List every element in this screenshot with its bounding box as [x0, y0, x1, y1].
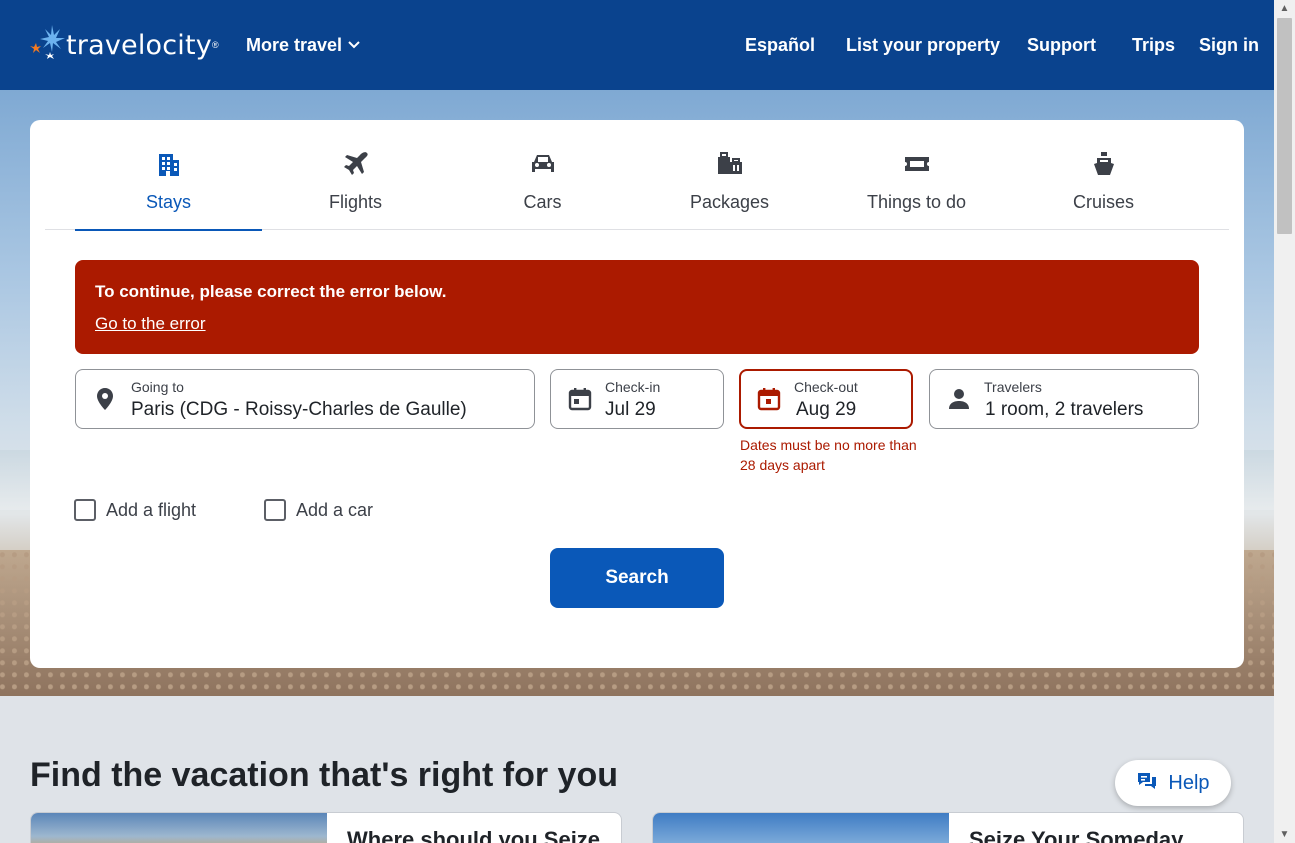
- logo-star-icon: [30, 25, 68, 65]
- tab-cars[interactable]: Cars: [449, 120, 636, 230]
- search-card: Stays Flights Cars Packages Things to do: [30, 120, 1244, 668]
- tab-things-to-do[interactable]: Things to do: [823, 120, 1010, 230]
- chevron-down-icon: [348, 35, 360, 56]
- nav-sign-in-link[interactable]: Sign in: [1199, 35, 1259, 56]
- check-in-label: Check-in: [605, 379, 661, 395]
- tab-cars-label: Cars: [523, 192, 562, 212]
- nav-trips-link[interactable]: Trips: [1132, 35, 1175, 56]
- more-travel-label: More travel: [246, 35, 343, 55]
- calendar-icon: [756, 386, 782, 412]
- tab-things-to-do-label: Things to do: [866, 192, 967, 212]
- help-button[interactable]: Help: [1115, 760, 1231, 806]
- ticket-icon: [903, 150, 931, 178]
- add-car-label: Add a car: [296, 499, 374, 520]
- check-in-field[interactable]: Check-in Jul 29: [550, 369, 724, 429]
- tab-flights[interactable]: Flights: [262, 120, 449, 230]
- going-to-value: Paris (CDG - Roissy-Charles de Gaulle): [131, 399, 467, 420]
- going-to-label: Going to: [131, 379, 184, 395]
- travelocity-logo[interactable]: travelocity ®: [30, 24, 219, 66]
- calendar-icon: [567, 386, 593, 412]
- travelers-field[interactable]: Travelers 1 room, 2 travelers: [929, 369, 1199, 429]
- scrollbar-thumb[interactable]: [1277, 18, 1292, 234]
- check-out-value: Aug 29: [796, 399, 857, 420]
- promo-image: [653, 813, 949, 843]
- tab-stays-label: Stays: [145, 192, 192, 212]
- tab-cruises[interactable]: Cruises: [1010, 120, 1197, 230]
- promo-card[interactable]: Seize Your Someday: [652, 812, 1244, 843]
- scroll-up-arrow-icon[interactable]: ▲: [1274, 0, 1295, 17]
- tab-stays[interactable]: Stays: [75, 120, 262, 231]
- nav-support-link[interactable]: Support: [1027, 35, 1096, 56]
- building-icon: [155, 150, 183, 178]
- check-out-field[interactable]: Check-out Aug 29: [739, 369, 913, 429]
- product-tabs: Stays Flights Cars Packages Things to do: [45, 120, 1229, 231]
- car-icon: [529, 150, 557, 178]
- add-flight-checkbox[interactable]: Add a flight: [74, 499, 196, 521]
- more-travel-menu[interactable]: More travel: [246, 35, 360, 56]
- go-to-error-link[interactable]: Go to the error: [95, 314, 206, 334]
- person-icon: [946, 386, 972, 412]
- map-pin-icon: [92, 386, 118, 412]
- tab-cruises-label: Cruises: [1072, 192, 1134, 212]
- chat-bubbles-icon: [1136, 771, 1158, 796]
- promo-title: Where should you Seize: [347, 827, 601, 843]
- ship-icon: [1090, 150, 1118, 178]
- tab-flights-label: Flights: [328, 192, 382, 212]
- section-title: Find the vacation that's right for you: [30, 756, 618, 794]
- check-out-error-message: Dates must be no more than 28 days apart: [740, 437, 917, 473]
- promo-title: Seize Your Someday: [969, 827, 1184, 843]
- search-button[interactable]: Search: [550, 548, 724, 608]
- error-title: To continue, please correct the error be…: [95, 282, 447, 301]
- help-label: Help: [1168, 771, 1210, 794]
- travelers-label: Travelers: [984, 379, 1042, 395]
- luggage-icon: [716, 150, 744, 178]
- check-out-label: Check-out: [794, 379, 858, 395]
- going-to-field[interactable]: Going to Paris (CDG - Roissy-Charles de …: [75, 369, 535, 429]
- top-navigation-bar: travelocity ® More travel Español List y…: [0, 0, 1274, 90]
- logo-trademark: ®: [211, 40, 219, 50]
- checkbox-square[interactable]: [264, 499, 286, 521]
- tab-packages[interactable]: Packages: [636, 120, 823, 230]
- logo-wordmark: travelocity: [66, 29, 212, 61]
- add-car-checkbox[interactable]: Add a car: [264, 499, 373, 521]
- error-banner: To continue, please correct the error be…: [75, 260, 1199, 354]
- add-flight-label: Add a flight: [106, 499, 197, 520]
- travelers-value: 1 room, 2 travelers: [985, 399, 1144, 420]
- page-scrollbar[interactable]: ▲ ▼: [1274, 0, 1295, 843]
- nav-espanol-link[interactable]: Español: [745, 35, 815, 56]
- check-in-value: Jul 29: [605, 399, 656, 420]
- airplane-icon: [342, 150, 370, 178]
- promo-card[interactable]: Where should you Seize: [30, 812, 622, 843]
- tab-packages-label: Packages: [689, 192, 770, 212]
- promo-image: [31, 813, 327, 843]
- checkbox-square[interactable]: [74, 499, 96, 521]
- scroll-down-arrow-icon[interactable]: ▼: [1274, 826, 1295, 843]
- nav-list-property-link[interactable]: List your property: [846, 35, 1000, 56]
